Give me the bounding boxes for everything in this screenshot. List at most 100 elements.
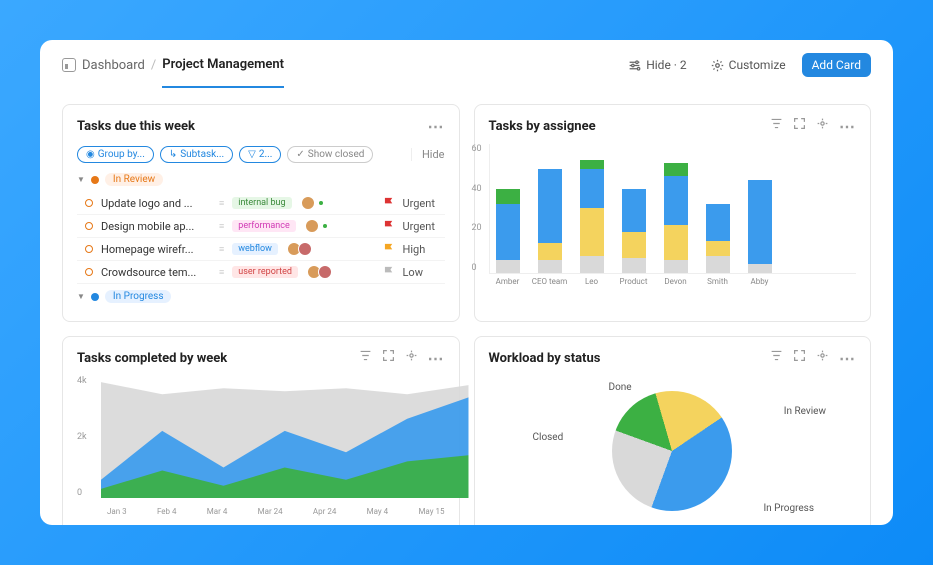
gear-icon[interactable]: [405, 349, 418, 362]
breadcrumb-current[interactable]: Project Management: [162, 57, 284, 88]
bar: [748, 180, 772, 273]
group-in-review[interactable]: ▼ In Review: [77, 173, 445, 186]
filter-icon[interactable]: [359, 349, 372, 362]
status-dot-icon: [91, 176, 99, 184]
pie-label-closed: Closed: [533, 432, 564, 443]
task-name: Crowdsource tem...: [101, 266, 211, 279]
filter-icon[interactable]: [770, 117, 783, 130]
show-closed-pill[interactable]: ✓ Show closed: [287, 146, 373, 163]
card-tasks-due: Tasks due this week ⋯ ◉ Group by... ↳ Su…: [62, 104, 460, 322]
menu-icon: ≡: [219, 221, 224, 232]
flag-icon: [384, 243, 395, 256]
card-more-icon[interactable]: ⋯: [428, 349, 445, 368]
bar: [664, 163, 688, 273]
gear-icon: [711, 59, 724, 72]
task-priority: Urgent: [403, 220, 445, 233]
group-in-progress[interactable]: ▼ In Progress: [77, 290, 445, 303]
task-row[interactable]: Crowdsource tem... ≡ user reported Low: [77, 261, 445, 284]
breadcrumb-separator: /: [151, 58, 156, 73]
dashboard-icon: [62, 58, 76, 72]
hide-button[interactable]: Hide · 2: [620, 54, 694, 76]
card-more-icon[interactable]: ⋯: [428, 117, 445, 136]
status-circle-icon: [85, 199, 93, 207]
hide-link[interactable]: Hide: [411, 148, 445, 161]
expand-icon[interactable]: [793, 117, 806, 130]
task-row[interactable]: Design mobile ap... ≡ performance Urgent: [77, 215, 445, 238]
topbar: Dashboard / Project Management Hide · 2 …: [62, 40, 871, 90]
hide-label: Hide · 2: [646, 58, 686, 72]
status-circle-icon: [85, 245, 93, 253]
assignee-avatars: [308, 219, 327, 233]
menu-icon: ≡: [219, 267, 224, 278]
task-tag: internal bug: [232, 197, 291, 209]
task-priority: High: [403, 243, 445, 256]
task-tag: user reported: [232, 266, 298, 278]
status-chip-progress: In Progress: [105, 290, 172, 303]
card-title: Tasks completed by week: [77, 351, 227, 366]
menu-icon: ≡: [219, 244, 224, 255]
status-circle-icon: [85, 222, 93, 230]
menu-icon: ≡: [219, 198, 224, 209]
group-by-pill[interactable]: ◉ Group by...: [77, 146, 154, 163]
task-tag: webflow: [232, 243, 278, 255]
x-label: Abby: [740, 277, 780, 286]
gear-icon[interactable]: [816, 117, 829, 130]
expand-icon[interactable]: [793, 349, 806, 362]
pie-chart: Done In Review Closed In Progress: [489, 376, 857, 525]
add-card-button[interactable]: Add Card: [802, 53, 871, 77]
bar: [496, 189, 520, 273]
x-label: Leo: [572, 277, 612, 286]
pie-label-progress: In Progress: [763, 503, 814, 514]
subtasks-pill[interactable]: ↳ Subtask...: [160, 146, 233, 163]
breadcrumb: Dashboard / Project Management: [62, 43, 284, 88]
bar-chart: 6040200 AmberCEO teamLeoProductDevonSmit…: [489, 144, 857, 274]
pie-label-done: Done: [609, 382, 632, 393]
task-priority: Low: [403, 266, 445, 279]
card-workload: Workload by status ⋯ Done In Review Clos…: [474, 336, 872, 525]
x-label: Product: [614, 277, 654, 286]
card-tasks-by-assignee: Tasks by assignee ⋯ 6040200 AmberCEO tea…: [474, 104, 872, 322]
customize-label: Customize: [729, 58, 786, 72]
card-title: Workload by status: [489, 351, 601, 366]
card-tasks-completed: Tasks completed by week ⋯ 4k2k0 Jan 3Feb…: [62, 336, 460, 525]
card-title: Tasks by assignee: [489, 119, 596, 134]
assignee-avatars: [310, 265, 332, 279]
customize-button[interactable]: Customize: [703, 54, 794, 76]
flag-icon: [384, 220, 395, 233]
gear-icon[interactable]: [816, 349, 829, 362]
card-more-icon[interactable]: ⋯: [839, 349, 856, 368]
caret-down-icon: ▼: [77, 175, 85, 184]
filter-icon[interactable]: [770, 349, 783, 362]
task-row[interactable]: Update logo and ... ≡ internal bug Urgen…: [77, 192, 445, 215]
card-more-icon[interactable]: ⋯: [839, 117, 856, 136]
task-tag: performance: [232, 220, 296, 232]
caret-down-icon: ▼: [77, 292, 85, 301]
task-name: Homepage wirefr...: [101, 243, 211, 256]
task-row[interactable]: Homepage wirefr... ≡ webflow High: [77, 238, 445, 261]
assignee-avatars: [304, 196, 323, 210]
task-name: Update logo and ...: [101, 197, 211, 210]
x-label: Smith: [698, 277, 738, 286]
bar: [706, 204, 730, 273]
flag-icon: [384, 266, 395, 279]
breadcrumb-root[interactable]: Dashboard: [82, 58, 145, 73]
flag-icon: [384, 197, 395, 210]
task-priority: Urgent: [403, 197, 445, 210]
status-circle-icon: [85, 268, 93, 276]
bar: [580, 160, 604, 273]
x-label: Amber: [488, 277, 528, 286]
x-label: Devon: [656, 277, 696, 286]
bar: [622, 189, 646, 273]
area-chart: 4k2k0 Jan 3Feb 4Mar 4Mar 24Apr 24May 4Ma…: [77, 376, 445, 516]
x-label: CEO team: [530, 277, 570, 286]
pie-label-review: In Review: [784, 406, 826, 417]
card-title: Tasks due this week: [77, 119, 195, 134]
status-dot-icon: [91, 293, 99, 301]
status-chip-review: In Review: [105, 173, 163, 186]
sliders-icon: [628, 59, 641, 72]
task-name: Design mobile ap...: [101, 220, 211, 233]
expand-icon[interactable]: [382, 349, 395, 362]
assignee-avatars: [290, 242, 312, 256]
bar: [538, 169, 562, 273]
filter-pill[interactable]: ▽ 2...: [239, 146, 281, 163]
